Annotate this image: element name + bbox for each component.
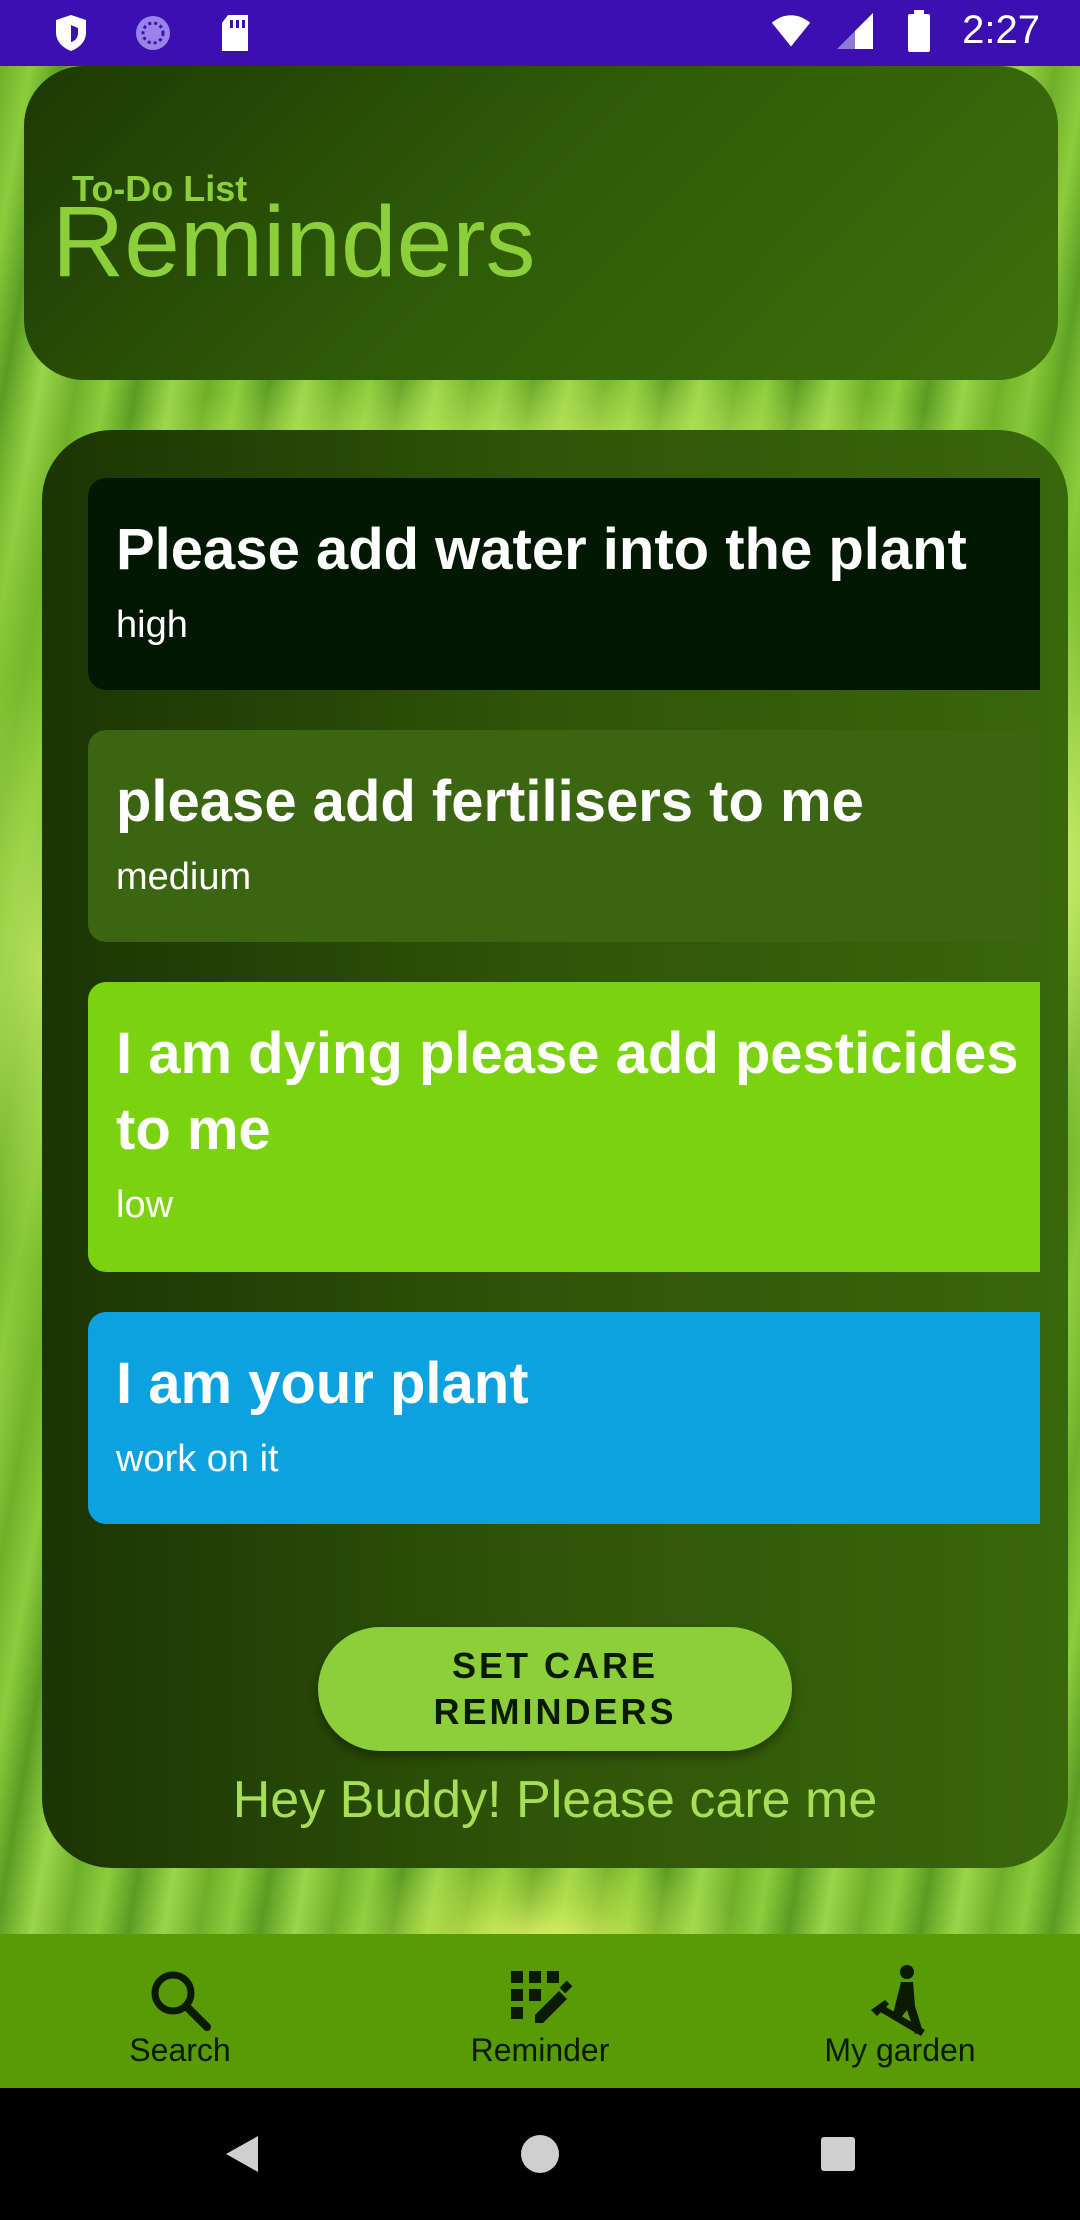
reminder-priority: low <box>116 1184 174 1226</box>
reminder-priority: work on it <box>116 1438 279 1480</box>
reminder-card[interactable]: please add fertilisers to me medium <box>88 730 1040 942</box>
nav-label-reminder: Reminder <box>470 2032 610 2068</box>
reminder-priority: high <box>116 604 188 646</box>
reminder-title: I am your plant <box>116 1351 529 1416</box>
reminder-card[interactable]: I am your plant work on it <box>88 1312 1040 1524</box>
wifi-icon <box>770 10 812 52</box>
sd-card-icon <box>214 12 256 54</box>
system-navigation-bar <box>0 2088 1080 2220</box>
reminder-title: I am dying please add pesticides to me <box>116 1021 1019 1162</box>
recents-icon[interactable] <box>810 2126 866 2182</box>
set-care-reminders-button[interactable]: SET CARE REMINDERS <box>318 1627 792 1751</box>
reminder-title: please add fertilisers to me <box>116 769 864 834</box>
nav-item-reminder[interactable]: Reminder <box>360 1934 720 2088</box>
signal-icon <box>834 10 876 52</box>
nav-label-my-garden: My garden <box>824 2032 976 2068</box>
reminder-priority: medium <box>116 856 252 898</box>
nav-item-my-garden[interactable]: My garden <box>720 1934 1080 2088</box>
footer-message: Hey Buddy! Please care me <box>232 1771 878 1829</box>
home-icon[interactable] <box>512 2126 568 2182</box>
nav-item-search[interactable]: Search <box>0 1934 360 2088</box>
spinner-icon <box>132 12 174 54</box>
set-care-reminders-label: SET CARE REMINDERS <box>433 1645 677 1732</box>
page-title: Reminders <box>52 186 536 298</box>
reminder-card[interactable]: I am dying please add pesticides to me l… <box>88 982 1040 1272</box>
shield-icon <box>50 12 92 54</box>
back-icon[interactable] <box>214 2126 270 2182</box>
clock: 2:27 <box>962 8 1040 52</box>
status-bar: 2:27 <box>0 0 1080 66</box>
bottom-navigation: Search Reminder My garden <box>0 1934 1080 2088</box>
reminder-card[interactable]: Please add water into the plant high <box>88 478 1040 690</box>
gardener-icon <box>867 1964 933 2036</box>
nav-label-search: Search <box>129 2032 231 2068</box>
edit-calendar-icon <box>507 1964 573 2036</box>
battery-icon <box>898 9 940 52</box>
search-icon <box>145 1964 215 2036</box>
reminder-title: Please add water into the plant <box>116 517 967 582</box>
